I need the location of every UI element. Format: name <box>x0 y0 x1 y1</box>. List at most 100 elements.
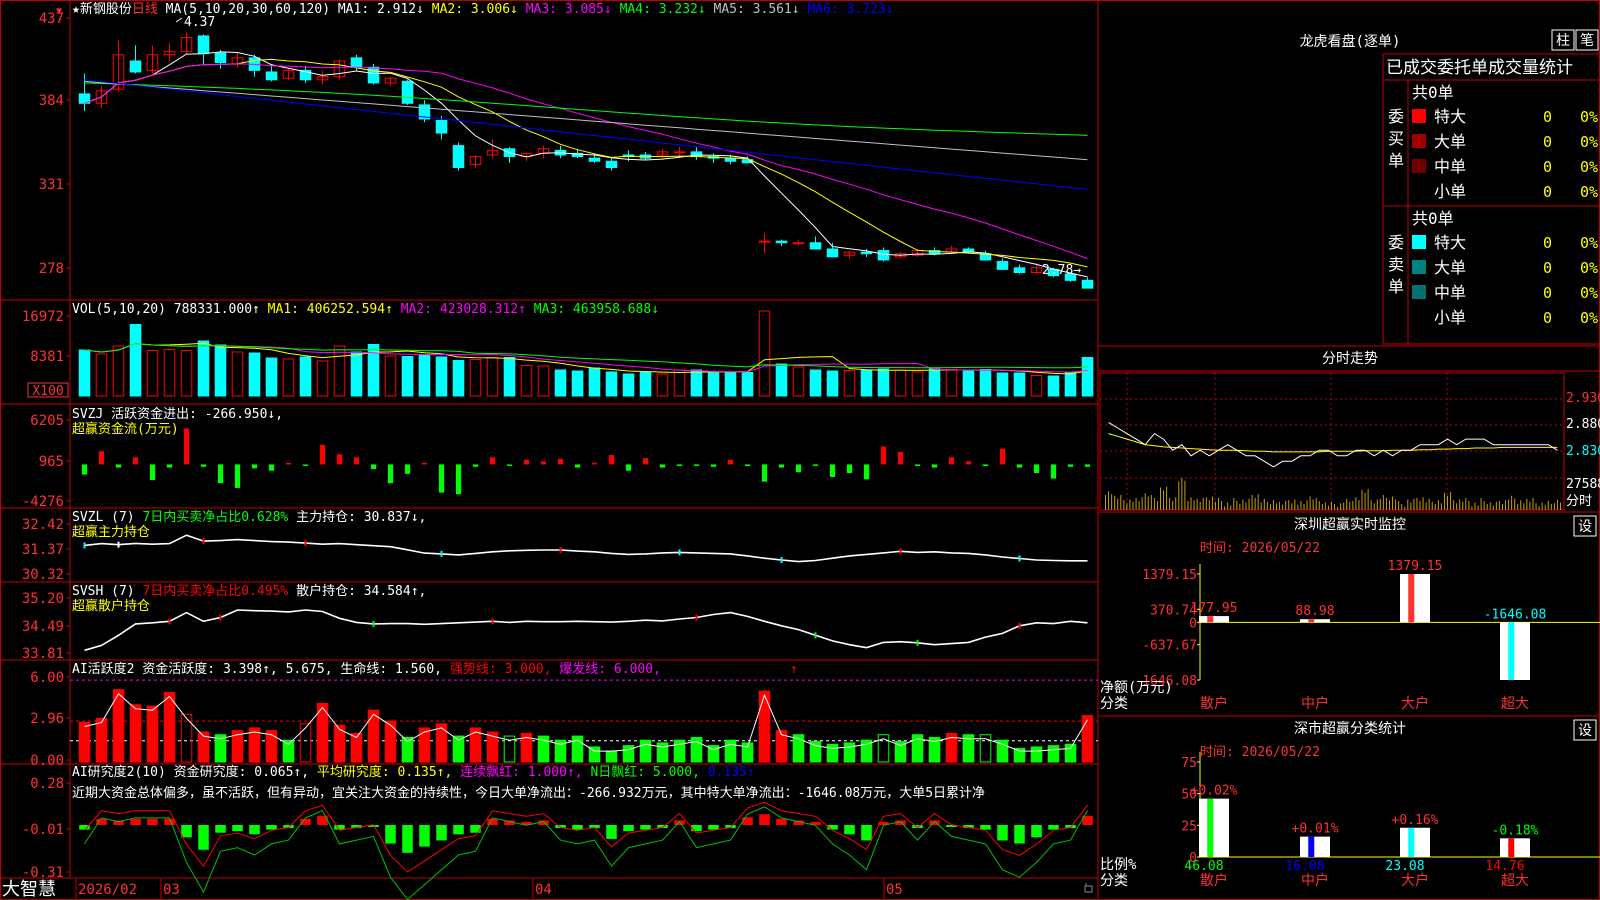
fund-flow-bar[interactable] <box>1084 464 1091 467</box>
fund-flow-bar[interactable] <box>166 464 173 468</box>
activity-bar[interactable] <box>163 691 176 763</box>
activity-bar[interactable] <box>299 723 312 763</box>
fund-flow-bar[interactable] <box>574 464 581 468</box>
candle-down[interactable] <box>877 250 890 261</box>
volume-bar[interactable] <box>486 357 499 397</box>
activity-bar[interactable] <box>1013 747 1026 763</box>
research-bar[interactable] <box>759 814 770 825</box>
volume-bar[interactable] <box>163 349 176 397</box>
realtime-bar[interactable] <box>1500 622 1530 680</box>
fund-flow-bar[interactable] <box>404 464 411 474</box>
candle-down[interactable] <box>350 57 363 68</box>
volume-bar[interactable] <box>758 310 771 397</box>
fund-flow-bar[interactable] <box>81 464 88 475</box>
research-bar[interactable] <box>1048 825 1059 830</box>
volume-bar[interactable] <box>129 324 142 397</box>
research-bar[interactable] <box>470 825 481 833</box>
research-bar[interactable] <box>130 818 141 825</box>
activity-bar[interactable] <box>265 730 278 763</box>
activity-bar[interactable] <box>418 727 431 763</box>
activity-bar[interactable] <box>843 742 856 763</box>
fund-flow-bar[interactable] <box>931 464 938 468</box>
fund-flow-bar[interactable] <box>200 464 207 467</box>
fund-flow-bar[interactable] <box>183 428 190 465</box>
fund-flow-bar[interactable] <box>744 464 751 466</box>
volume-bar[interactable] <box>571 370 584 397</box>
candle-down[interactable] <box>367 66 380 84</box>
research-bar[interactable] <box>1014 825 1025 844</box>
research-bar[interactable] <box>402 825 413 853</box>
realtime-bar[interactable] <box>1300 619 1330 623</box>
fund-flow-bar[interactable] <box>812 464 819 466</box>
fund-flow-bar[interactable] <box>540 461 547 465</box>
fund-flow-bar[interactable] <box>710 464 717 467</box>
candle-down[interactable] <box>197 35 210 54</box>
volume-bar[interactable] <box>1081 357 1094 397</box>
volume-bar[interactable] <box>469 359 482 397</box>
fund-flow-bar[interactable] <box>557 458 564 465</box>
fund-flow-bar[interactable] <box>319 444 326 465</box>
activity-bar[interactable] <box>1047 745 1060 763</box>
activity-bar[interactable] <box>78 721 91 763</box>
volume-bar[interactable] <box>316 360 329 397</box>
fund-flow-bar[interactable] <box>285 462 292 465</box>
research-bar[interactable] <box>198 825 209 850</box>
stock-terminal[interactable]: 4373843312784.372.78→★新钢股份日线 MA(5,10,20,… <box>0 0 1600 900</box>
fund-flow-bar[interactable] <box>625 464 632 471</box>
volume-bar[interactable] <box>1030 375 1043 397</box>
fund-flow-bar[interactable] <box>302 464 309 466</box>
volume-bar[interactable] <box>639 372 652 397</box>
candle-down[interactable] <box>129 60 142 73</box>
fund-flow-bar[interactable] <box>115 464 122 468</box>
activity-bar[interactable] <box>1081 715 1094 763</box>
candle-down[interactable] <box>265 71 278 81</box>
research-bar[interactable] <box>164 818 175 825</box>
fund-flow-bar[interactable] <box>795 464 802 473</box>
collapse-arrow-icon[interactable]: ▼ <box>56 6 62 17</box>
activity-bar[interactable] <box>129 704 142 763</box>
research-bar[interactable] <box>776 818 787 825</box>
research-bar[interactable] <box>436 825 447 841</box>
fund-flow-bar[interactable] <box>489 457 496 465</box>
volume-bar[interactable] <box>996 372 1009 397</box>
research-bar[interactable] <box>844 825 855 835</box>
volume-bar[interactable] <box>656 373 669 397</box>
classify-bar[interactable] <box>1500 838 1530 857</box>
volume-bar[interactable] <box>418 354 431 397</box>
volume-bar[interactable] <box>775 363 788 397</box>
volume-bar[interactable] <box>673 369 686 397</box>
volume-bar[interactable] <box>248 352 261 397</box>
fund-flow-bar[interactable] <box>863 464 870 480</box>
volume-bar[interactable] <box>401 356 414 397</box>
activity-bar[interactable] <box>724 739 737 763</box>
candle-down[interactable] <box>588 157 601 162</box>
fund-flow-bar[interactable] <box>761 464 768 482</box>
fund-flow-bar[interactable] <box>965 461 972 465</box>
research-bar[interactable] <box>708 825 719 830</box>
fund-flow-bar[interactable] <box>132 457 139 465</box>
candle-down[interactable] <box>605 160 618 169</box>
volume-bar[interactable] <box>1013 372 1026 397</box>
volume-bar[interactable] <box>503 357 516 397</box>
research-bar[interactable] <box>742 817 753 825</box>
volume-bar[interactable] <box>265 357 278 397</box>
fund-flow-bar[interactable] <box>387 464 394 484</box>
volume-bar[interactable] <box>78 349 91 397</box>
volume-bar[interactable] <box>95 353 108 397</box>
fund-flow-bar[interactable] <box>591 462 598 465</box>
volume-bar[interactable] <box>146 350 159 397</box>
research-bar[interactable] <box>1031 825 1042 838</box>
fund-flow-bar[interactable] <box>727 459 734 465</box>
volume-bar[interactable] <box>741 372 754 397</box>
fund-flow-bar[interactable] <box>642 458 649 465</box>
fund-flow-bar[interactable] <box>982 464 989 466</box>
activity-bar[interactable] <box>146 705 159 763</box>
volume-bar[interactable] <box>860 370 873 397</box>
volume-bar[interactable] <box>1064 372 1077 397</box>
volume-bar[interactable] <box>911 371 924 397</box>
research-bar[interactable] <box>385 825 396 844</box>
candle-down[interactable] <box>435 120 448 134</box>
fund-flow-bar[interactable] <box>897 451 904 465</box>
fund-flow-bar[interactable] <box>1033 464 1040 474</box>
volume-bar[interactable] <box>707 372 720 397</box>
